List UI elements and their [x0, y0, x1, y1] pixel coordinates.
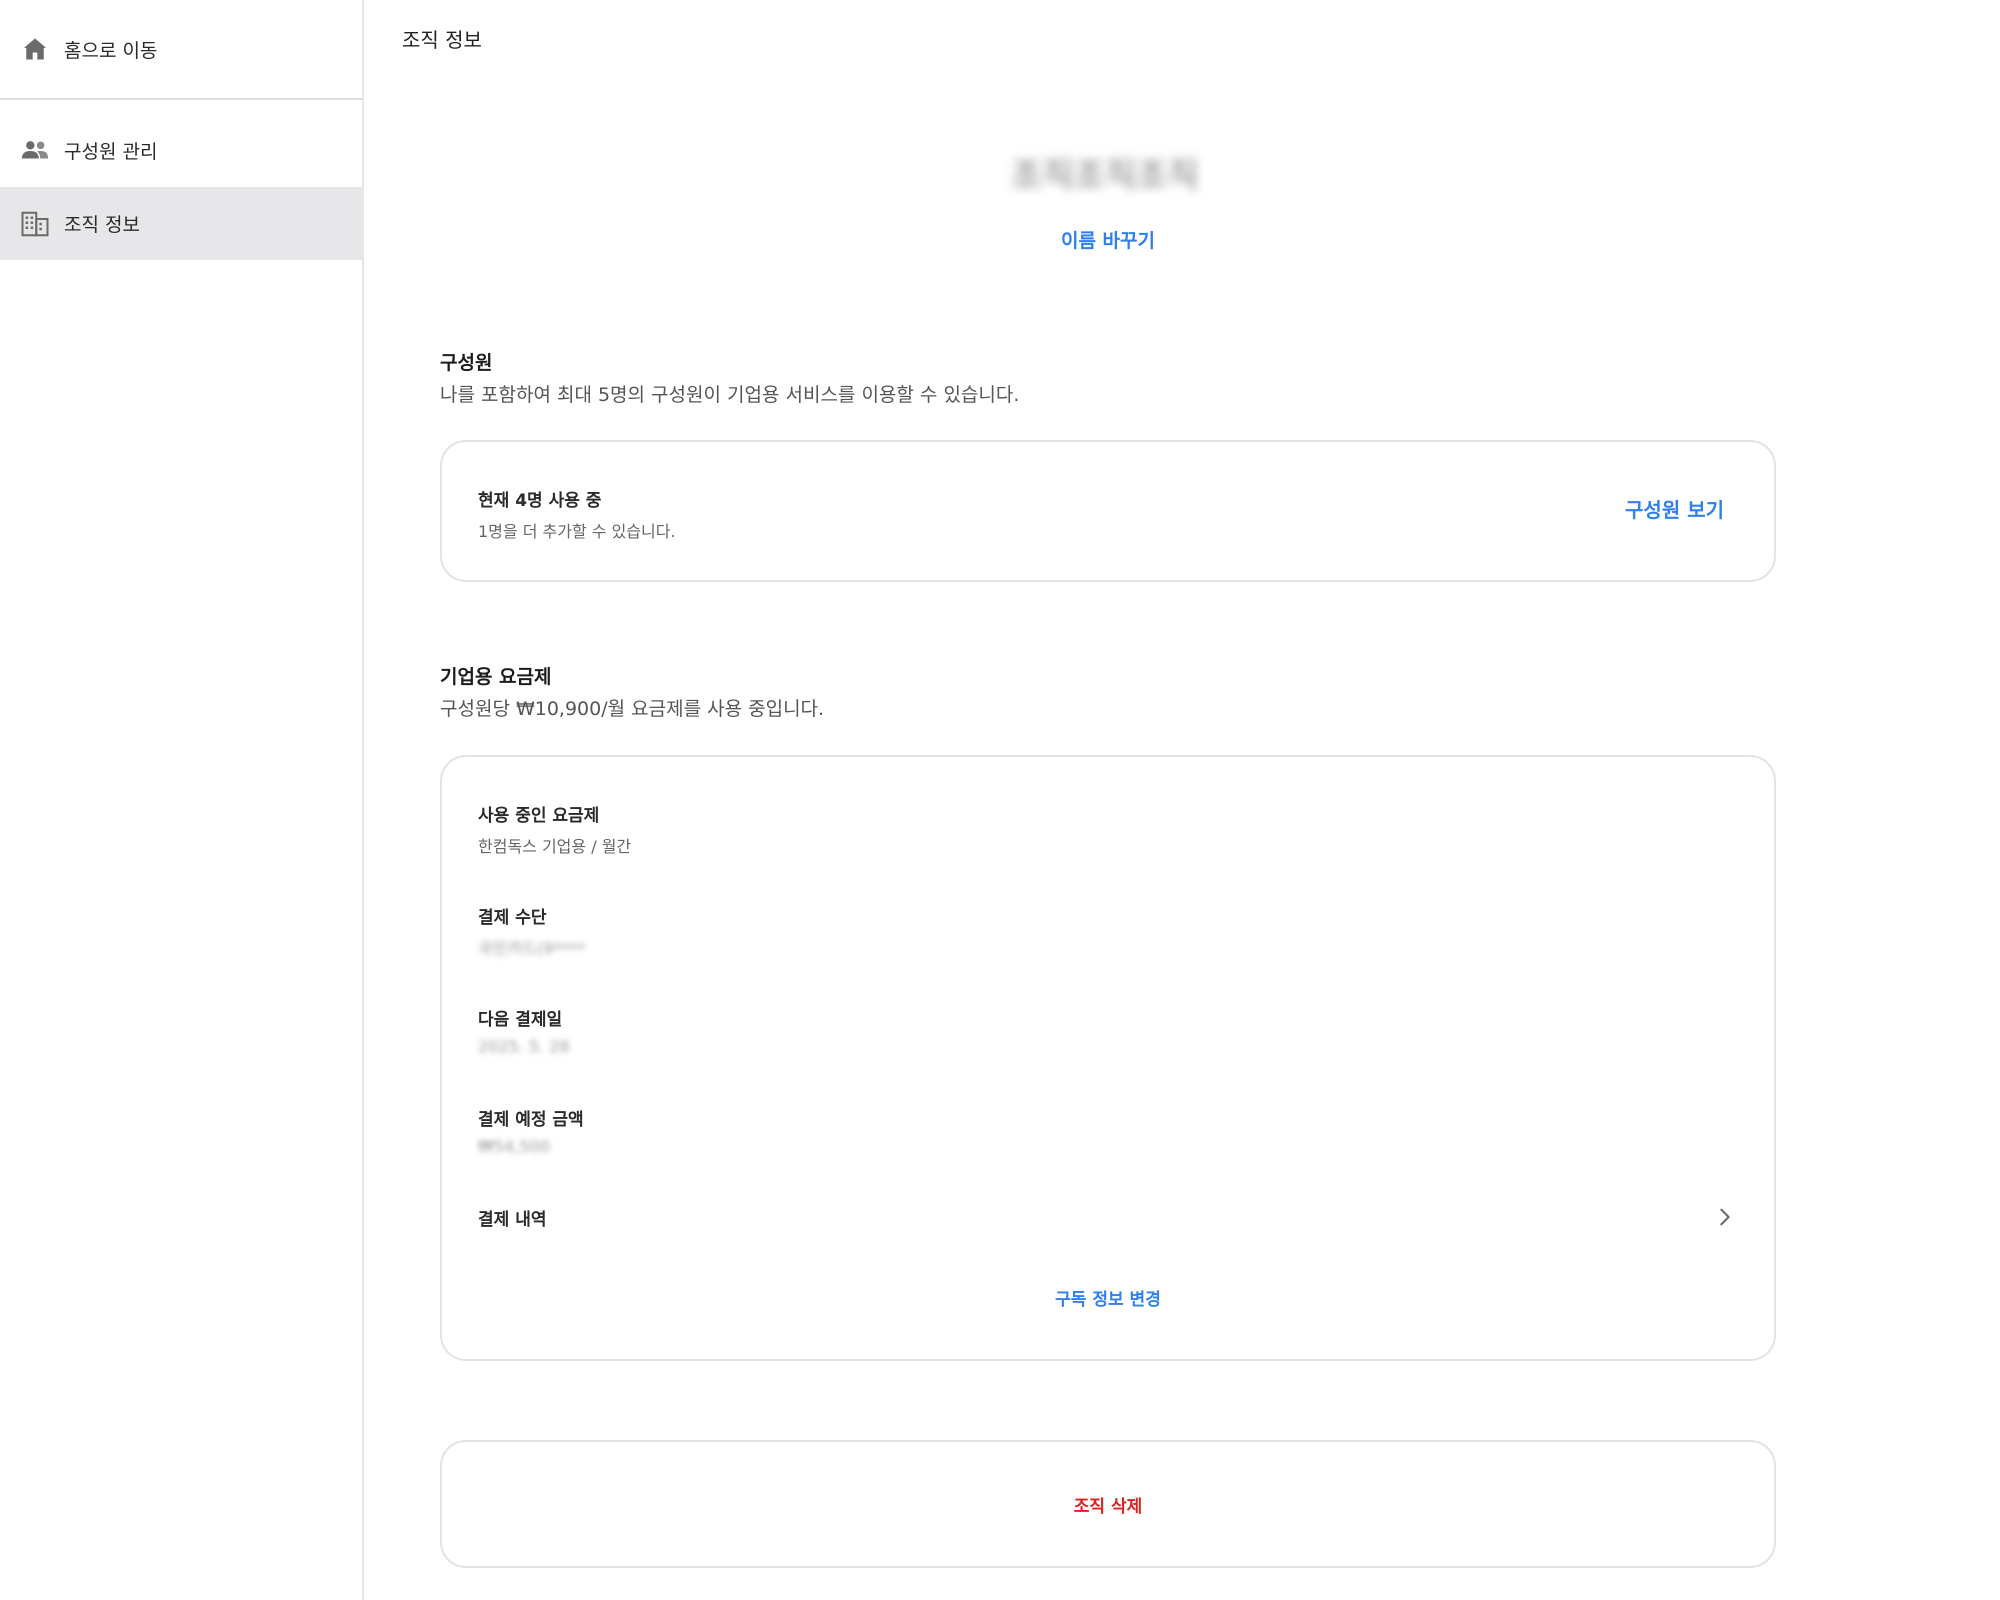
- change-subscription-button[interactable]: 구독 정보 변경: [442, 1285, 1774, 1310]
- payment-method-value: 국민카드(9****: [478, 939, 586, 958]
- plan-section-title: 기업용 요금제: [440, 666, 552, 688]
- rename-button[interactable]: 이름 바꾸기: [1008, 226, 1208, 253]
- chevron-right-icon: [1710, 1202, 1740, 1232]
- members-section-description: 나를 포함하여 최대 5명의 구성원이 기업용 서비스를 이용할 수 있습니다.: [440, 384, 1020, 406]
- sidebar: 홈으로 이동 구성원 관리 조직 정보: [0, 0, 364, 1600]
- delete-org-card: 조직 삭제: [440, 1440, 1776, 1568]
- current-plan-label: 사용 중인 요금제: [478, 806, 600, 826]
- home-icon: [20, 34, 50, 64]
- payment-history-row[interactable]: 결제 내역: [478, 1195, 1740, 1239]
- people-icon: [20, 135, 50, 165]
- next-billing-date-value: 2025. 5. 28: [478, 1037, 570, 1056]
- sidebar-divider: [0, 98, 362, 100]
- plan-section-description: 구성원당 ₩10,900/월 요금제를 사용 중입니다.: [440, 698, 825, 720]
- delete-org-button[interactable]: 조직 삭제: [442, 1492, 1774, 1517]
- members-card: 현재 4명 사용 중 1명을 더 추가할 수 있습니다. 구성원 보기: [440, 440, 1776, 582]
- sidebar-item-org-info[interactable]: 조직 정보: [0, 187, 362, 260]
- members-current-usage: 현재 4명 사용 중: [478, 491, 602, 511]
- payment-method-label: 결제 수단: [478, 908, 547, 928]
- sidebar-item-label: 구성원 관리: [64, 140, 158, 163]
- sidebar-item-members[interactable]: 구성원 관리: [0, 120, 362, 180]
- scheduled-amount-value: ₩54,500: [478, 1137, 550, 1156]
- plan-card: 사용 중인 요금제 한컴독스 기업용 / 월간 결제 수단 국민카드(9****…: [440, 755, 1776, 1361]
- org-name: 조직조직조직: [1011, 156, 1199, 196]
- members-section-title: 구성원: [440, 352, 493, 374]
- app-root: 홈으로 이동 구성원 관리 조직 정보 조직 정보 조직조직조직 이름 바꾸기 …: [0, 0, 2000, 1600]
- sidebar-item-home[interactable]: 홈으로 이동: [0, 18, 362, 80]
- payment-history-label: 결제 내역: [478, 1209, 547, 1230]
- next-billing-date-label: 다음 결제일: [478, 1010, 563, 1030]
- page-title: 조직 정보: [402, 28, 482, 52]
- view-members-button[interactable]: 구성원 보기: [1625, 494, 1724, 523]
- sidebar-item-label: 조직 정보: [64, 214, 140, 236]
- current-plan-value: 한컴독스 기업용 / 월간: [478, 837, 632, 856]
- members-remaining: 1명을 더 추가할 수 있습니다.: [478, 522, 676, 541]
- scheduled-amount-label: 결제 예정 금액: [478, 1110, 584, 1130]
- sidebar-item-label: 홈으로 이동: [64, 39, 158, 62]
- building-icon: [20, 209, 50, 239]
